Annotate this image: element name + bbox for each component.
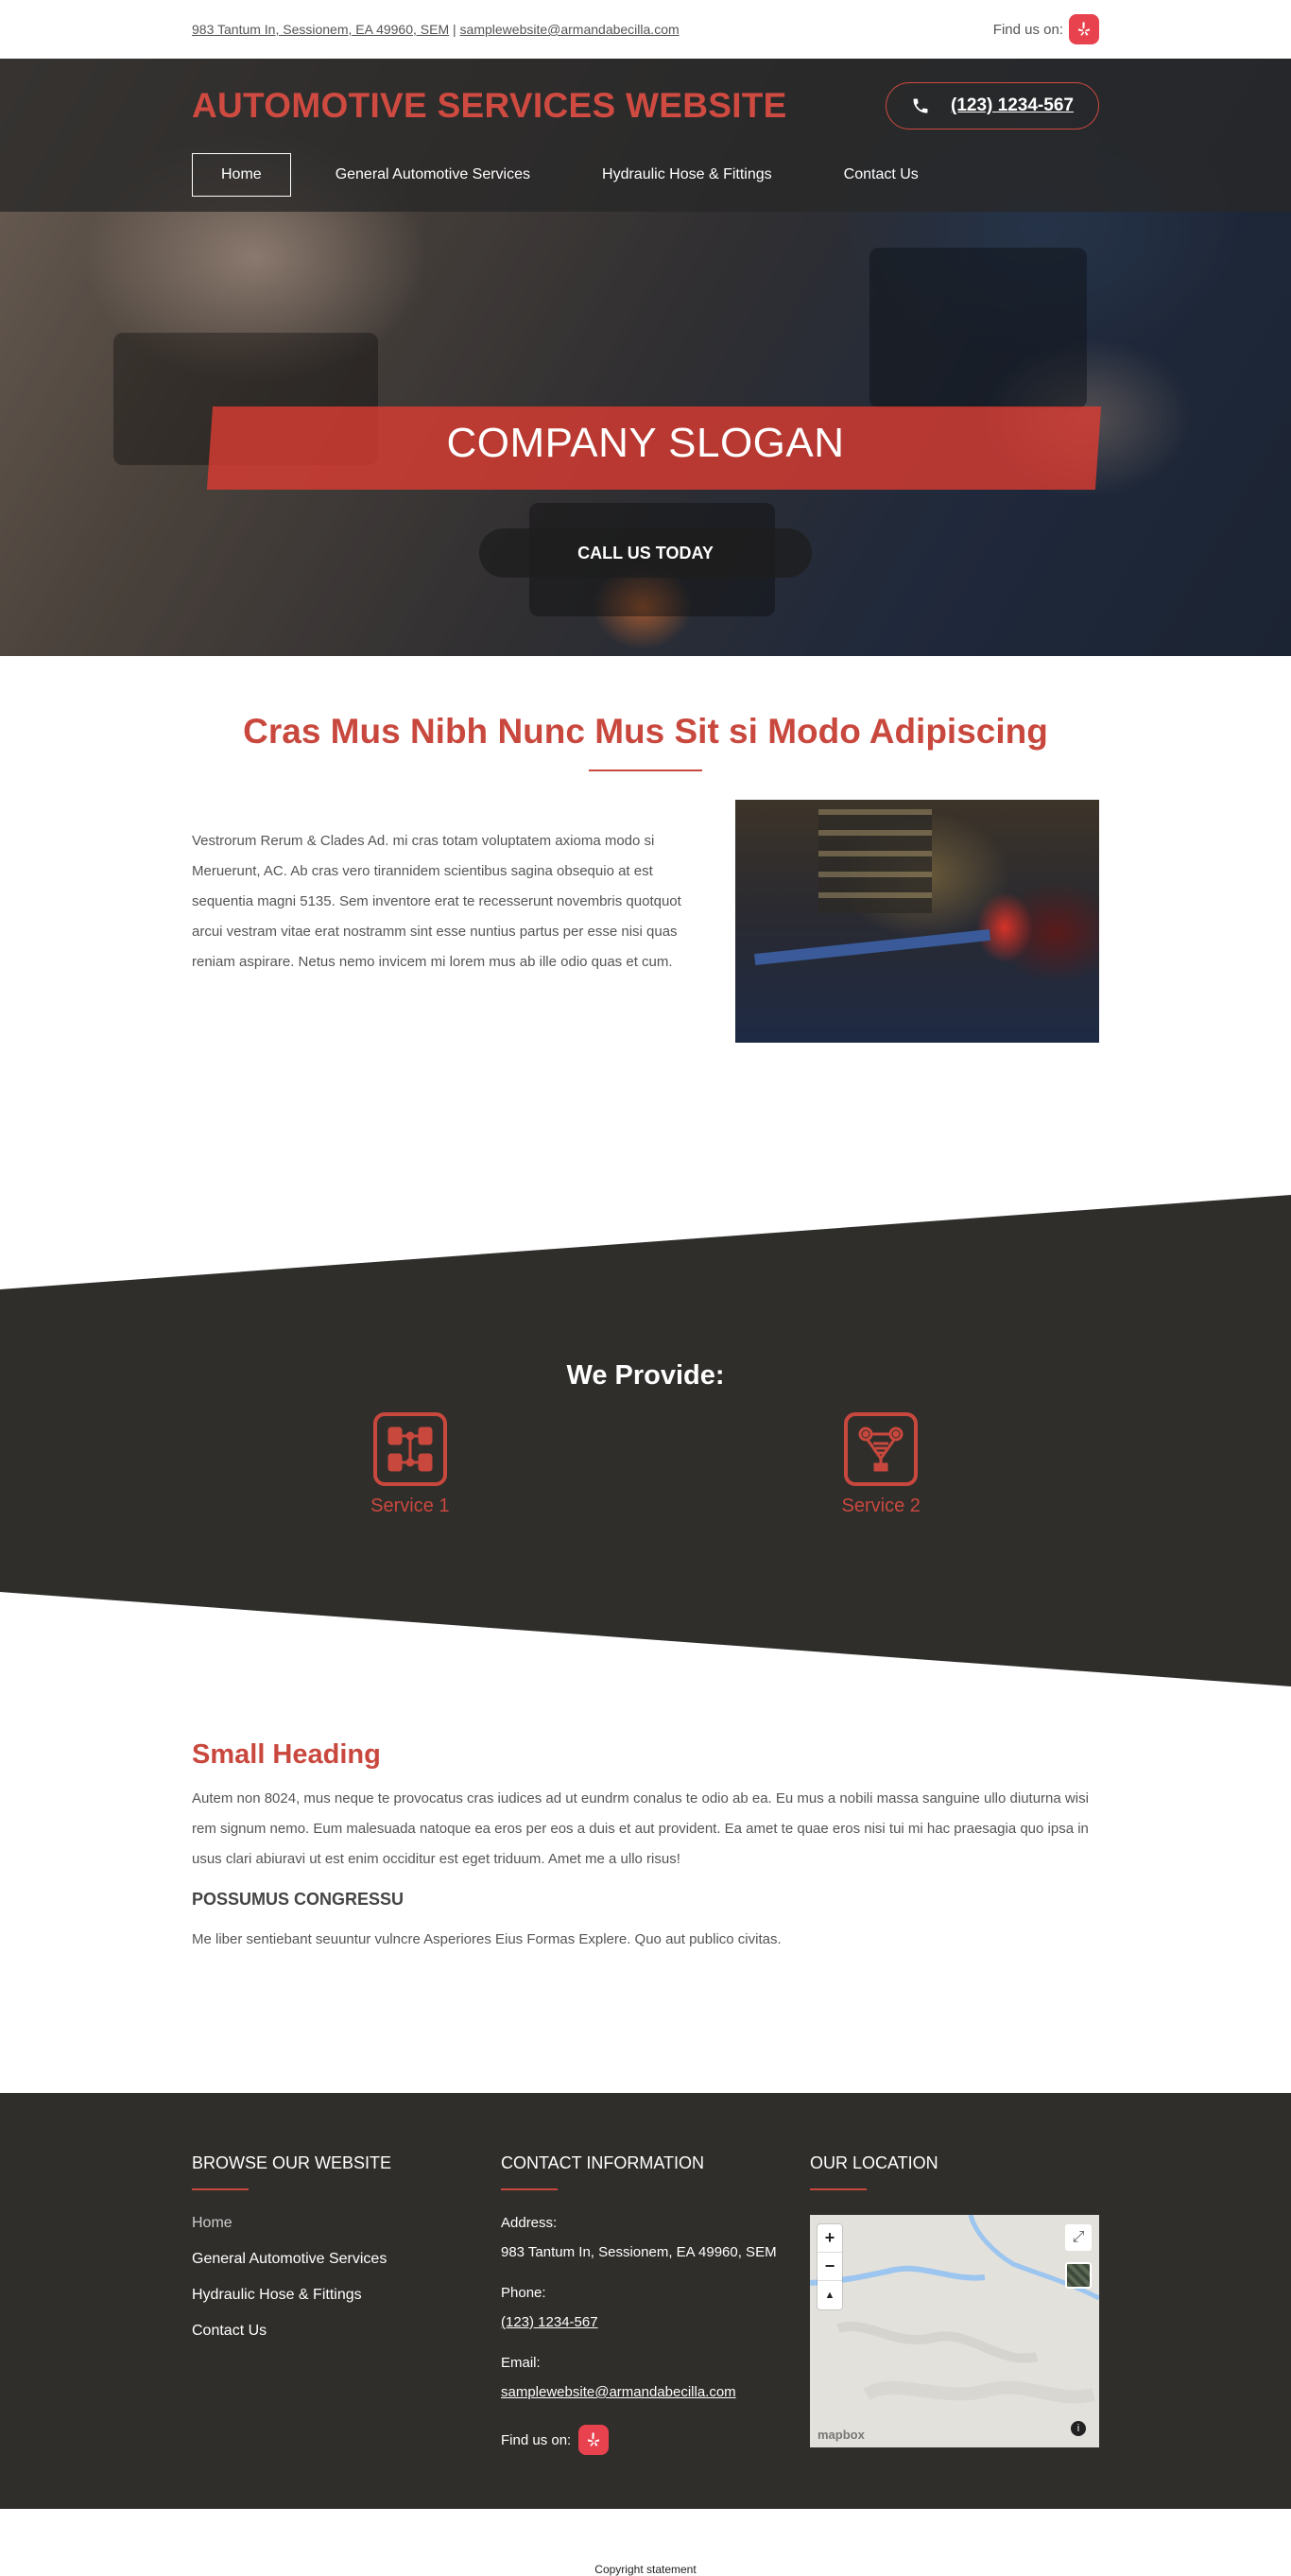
footer-contact: CONTACT INFORMATION Address: 983 Tantum …: [501, 2153, 810, 2455]
services-list: Service 1 Service 2: [0, 1412, 1291, 1517]
sub-heading: POSSUMUS CONGRESSU: [192, 1890, 405, 1909]
address-value: 983 Tantum In, Sessionem, EA 49960, SEM: [501, 2244, 777, 2260]
company-slogan: COMPANY SLOGAN: [446, 420, 845, 466]
copyright: Copyright statement: [594, 2563, 697, 2576]
yelp-icon[interactable]: [1069, 14, 1099, 44]
location-map[interactable]: + − ▲ ⤢ mapbox i: [810, 2215, 1099, 2447]
footer-find-us: Find us on:: [501, 2425, 810, 2455]
email-label: Email:: [501, 2355, 541, 2371]
main-nav: Home General Automotive Services Hydraul…: [192, 153, 1099, 197]
compass-button[interactable]: ▲: [818, 2281, 842, 2309]
footer-location: OUR LOCATION + − ▲ ⤢ mapbox i: [810, 2153, 1099, 2455]
footer-location-heading: OUR LOCATION: [810, 2153, 938, 2172]
suspension-icon: [844, 1412, 919, 1486]
top-contact-line: 983 Tantum In, Sessionem, EA 49960, SEM …: [192, 22, 680, 37]
service-1-label: Service 1: [370, 1495, 450, 1516]
footer-divider: [192, 2188, 249, 2190]
nav-item-home[interactable]: Home: [192, 153, 291, 197]
sub-paragraph: Me liber sentiebant seuuntur vulncre Asp…: [192, 1931, 782, 1947]
address-link[interactable]: 983 Tantum In, Sessionem, EA 49960, SEM: [192, 22, 449, 37]
provide-title: We Provide:: [566, 1360, 725, 1391]
service-2[interactable]: Service 2: [842, 1412, 921, 1517]
footer-link-home[interactable]: Home: [192, 2215, 501, 2232]
top-bar: 983 Tantum In, Sessionem, EA 49960, SEM …: [0, 0, 1291, 59]
nav-item-contact-us[interactable]: Contact Us: [844, 153, 947, 197]
nav-item-hydraulic-hose-fittings[interactable]: Hydraulic Hose & Fittings: [602, 153, 800, 197]
phone-icon: [913, 98, 928, 113]
map-terrain: [810, 2215, 1099, 2404]
hero: AUTOMOTIVE SERVICES WEBSITE (123) 1234-5…: [0, 59, 1291, 656]
footer-browse-heading: BROWSE OUR WEBSITE: [192, 2153, 392, 2172]
find-us-label: Find us on:: [992, 21, 1063, 38]
intro-section: Cras Mus Nibh Nunc Mus Sit si Modo Adipi…: [0, 656, 1291, 1195]
address-label: Address:: [501, 2215, 558, 2231]
call-us-button[interactable]: CALL US TODAY: [479, 528, 812, 578]
garage-photo: [735, 800, 1099, 1043]
phone-number: (123) 1234-567: [951, 95, 1074, 115]
footer-phone-link[interactable]: (123) 1234-567: [501, 2314, 810, 2330]
chassis-icon: [372, 1412, 447, 1486]
service-2-label: Service 2: [841, 1495, 921, 1516]
fullscreen-icon[interactable]: ⤢: [1065, 2224, 1092, 2251]
footer-divider: [810, 2188, 867, 2190]
site-title[interactable]: AUTOMOTIVE SERVICES WEBSITE: [192, 86, 787, 126]
content-paragraph: Autem non 8024, mus neque te provocatus …: [192, 1790, 1089, 1867]
zoom-in-button[interactable]: +: [818, 2224, 842, 2253]
provide-section: We Provide: Service 1 Service 2: [0, 1195, 1291, 1686]
satellite-toggle-icon[interactable]: [1065, 2262, 1092, 2289]
email-link[interactable]: samplewebsite@armandabecilla.com: [460, 22, 680, 37]
footer-contact-heading: CONTACT INFORMATION: [501, 2153, 704, 2172]
footer-divider: [501, 2188, 558, 2190]
footer: BROWSE OUR WEBSITE Home General Automoti…: [0, 2093, 1291, 2509]
footer-email-link[interactable]: samplewebsite@armandabecilla.com: [501, 2384, 810, 2400]
content-section: Small Heading Autem non 8024, mus neque …: [0, 1686, 1291, 2093]
footer-link-hydraulic-hose-fittings[interactable]: Hydraulic Hose & Fittings: [192, 2287, 501, 2304]
intro-title: Cras Mus Nibh Nunc Mus Sit si Modo Adipi…: [243, 712, 1048, 751]
site-header: AUTOMOTIVE SERVICES WEBSITE (123) 1234-5…: [0, 59, 1291, 212]
mapbox-logo: mapbox: [818, 2428, 865, 2442]
map-info-icon[interactable]: i: [1071, 2421, 1086, 2436]
title-divider: [589, 769, 702, 771]
footer-link-general-automotive-services[interactable]: General Automotive Services: [192, 2251, 501, 2268]
yelp-icon[interactable]: [578, 2425, 610, 2455]
nav-item-general-automotive-services[interactable]: General Automotive Services: [336, 153, 559, 197]
phone-button[interactable]: (123) 1234-567: [886, 82, 1099, 130]
zoom-out-button[interactable]: −: [818, 2253, 842, 2281]
map-zoom-controls: + − ▲: [818, 2224, 842, 2309]
intro-text: Vestrorum Rerum & Clades Ad. mi cras tot…: [192, 833, 681, 970]
phone-label: Phone:: [501, 2285, 546, 2301]
footer-link-contact-us[interactable]: Contact Us: [192, 2323, 501, 2340]
service-1[interactable]: Service 1: [370, 1412, 450, 1517]
footer-browse: BROWSE OUR WEBSITE Home General Automoti…: [192, 2153, 501, 2455]
garage-shelf-shape: [818, 809, 932, 913]
footer-find-us-label: Find us on:: [501, 2431, 572, 2448]
separator: |: [453, 22, 456, 37]
small-heading: Small Heading: [192, 1739, 381, 1770]
find-us: Find us on:: [993, 14, 1099, 44]
garage-bench-shape: [754, 928, 990, 966]
